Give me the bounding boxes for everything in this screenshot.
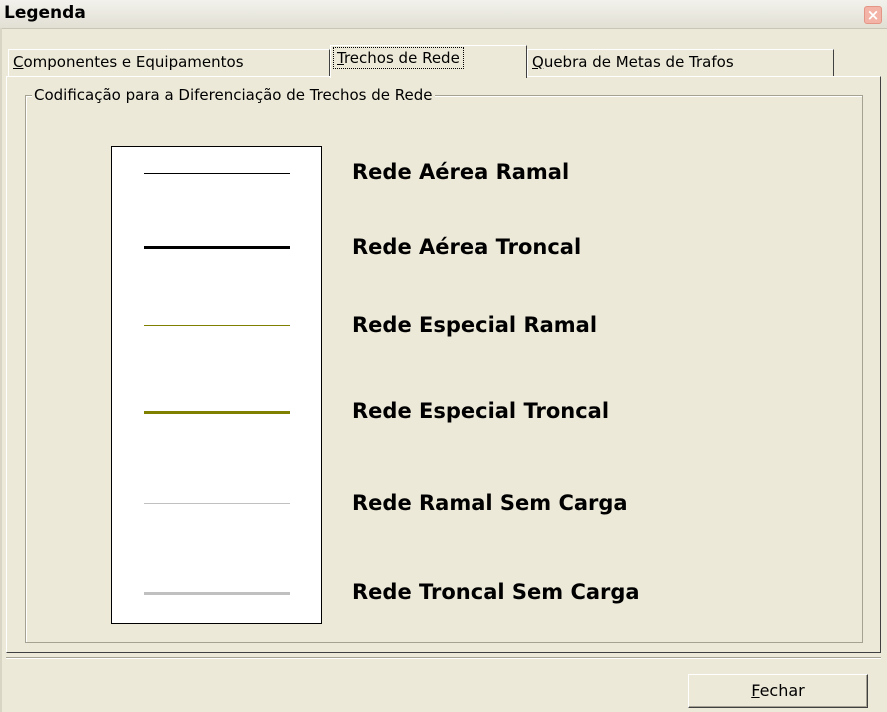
legend-label-rede-aerea-troncal: Rede Aérea Troncal — [352, 235, 582, 259]
tab-label: Componentes e Equipamentos — [13, 53, 244, 71]
tab-trechos-de-rede[interactable]: Trechos de Rede — [330, 45, 527, 78]
tab-label: Trechos de Rede — [333, 47, 464, 69]
close-icon: × — [866, 6, 880, 24]
title-bar[interactable]: Legenda × — [0, 0, 887, 29]
window-title: Legenda — [4, 3, 86, 23]
groupbox-label: Codificação para a Diferenciação de Trec… — [32, 86, 435, 104]
tab-label: Quebra de Metas de Trafos — [532, 53, 734, 71]
tab-quebra-de-metas-de-trafos[interactable]: Quebra de Metas de Trafos — [527, 49, 834, 76]
legend-swatch-box — [111, 146, 322, 624]
swatch-rede-troncal-sem-carga — [144, 592, 290, 595]
legend-label-rede-especial-troncal: Rede Especial Troncal — [352, 399, 610, 423]
close-dialog-button[interactable]: Fechar — [688, 674, 868, 708]
close-button[interactable]: × — [864, 6, 882, 24]
legend-label-rede-troncal-sem-carga: Rede Troncal Sem Carga — [352, 580, 640, 604]
legend-label-rede-ramal-sem-carga: Rede Ramal Sem Carga — [352, 491, 628, 515]
window-border — [0, 28, 2, 712]
swatch-rede-especial-ramal — [144, 325, 290, 326]
legend-label-rede-especial-ramal: Rede Especial Ramal — [352, 313, 598, 337]
swatch-rede-especial-troncal — [144, 411, 290, 414]
legend-dialog: Legenda × Componentes e Equipamentos Tre… — [0, 0, 887, 712]
swatch-rede-aerea-troncal — [144, 246, 290, 249]
legend-label-rede-aerea-ramal: Rede Aérea Ramal — [352, 160, 570, 184]
swatch-rede-ramal-sem-carga — [144, 503, 290, 504]
separator — [6, 657, 881, 659]
swatch-rede-aerea-ramal — [144, 173, 290, 174]
tab-componentes-e-equipamentos[interactable]: Componentes e Equipamentos — [8, 49, 330, 76]
